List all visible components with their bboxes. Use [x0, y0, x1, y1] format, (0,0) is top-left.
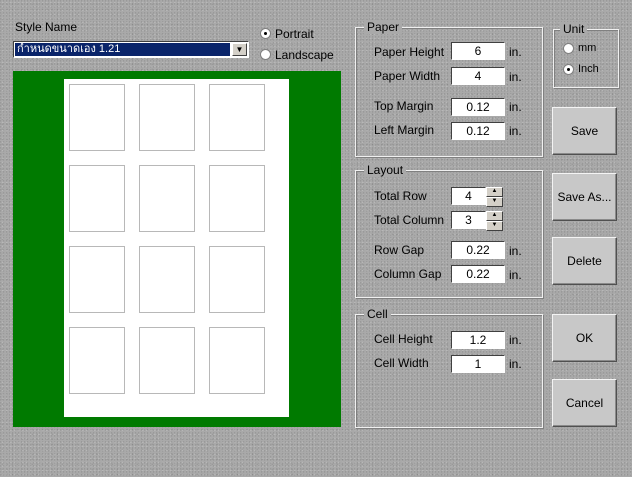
cell-height-label: Cell Height [374, 332, 433, 346]
cell-width-field[interactable]: 1 [451, 355, 505, 373]
unit-mm-label: mm [578, 42, 597, 54]
unit-mm-radio[interactable] [563, 43, 574, 54]
column-gap-field[interactable]: 0.22 [451, 265, 505, 283]
cell-width-unit: in. [509, 357, 522, 371]
cell-preview [139, 165, 195, 232]
cell-preview [209, 327, 265, 394]
style-name-label: Style Name [15, 20, 78, 34]
unit-group-title: Unit [560, 22, 588, 36]
paper-height-field[interactable]: 6 [451, 42, 505, 60]
row-gap-label: Row Gap [374, 243, 425, 257]
delete-button[interactable]: Delete [552, 237, 617, 285]
save-button[interactable]: Save [552, 107, 617, 155]
left-margin-label: Left Margin [374, 123, 435, 137]
cell-height-unit: in. [509, 333, 522, 347]
spin-up-icon[interactable]: ▲ [486, 211, 503, 221]
cancel-button[interactable]: Cancel [552, 379, 617, 427]
portrait-radio[interactable] [260, 28, 271, 39]
layout-group-title: Layout [364, 163, 407, 177]
total-column-field[interactable]: 3 [451, 211, 486, 229]
top-margin-field[interactable]: 0.12 [451, 98, 505, 116]
total-row-label: Total Row [374, 189, 427, 203]
landscape-radio[interactable] [260, 49, 271, 60]
spin-down-icon[interactable]: ▼ [486, 197, 503, 207]
cell-preview [69, 246, 125, 313]
unit-inch-label: Inch [578, 63, 599, 75]
left-margin-unit: in. [509, 124, 522, 138]
landscape-label: Landscape [275, 48, 334, 62]
row-gap-unit: in. [509, 244, 522, 258]
cell-preview [209, 84, 265, 151]
paper-preview [64, 79, 289, 417]
layout-preview [13, 71, 341, 427]
spin-up-icon[interactable]: ▲ [486, 187, 503, 197]
portrait-label: Portrait [275, 27, 314, 41]
cell-preview [139, 84, 195, 151]
paper-height-unit: in. [509, 45, 522, 59]
cell-preview [139, 246, 195, 313]
style-name-value: กำหนดขนาดเอง 1.21 [15, 43, 230, 56]
chevron-down-icon[interactable]: ▼ [232, 43, 247, 56]
paper-height-label: Paper Height [374, 45, 445, 59]
cell-preview [69, 165, 125, 232]
left-margin-field[interactable]: 0.12 [451, 122, 505, 140]
cell-preview [69, 84, 125, 151]
unit-inch-radio[interactable] [563, 64, 574, 75]
top-margin-label: Top Margin [374, 99, 434, 113]
spin-down-icon[interactable]: ▼ [486, 221, 503, 231]
cell-preview [69, 327, 125, 394]
paper-width-label: Paper Width [374, 69, 441, 83]
cell-height-field[interactable]: 1.2 [451, 331, 505, 349]
unit-group: Unit [553, 22, 619, 88]
row-gap-field[interactable]: 0.22 [451, 241, 505, 259]
paper-group-title: Paper [364, 20, 403, 34]
paper-width-unit: in. [509, 70, 522, 84]
cell-preview [139, 327, 195, 394]
cell-preview [209, 165, 265, 232]
cell-preview [209, 246, 265, 313]
cell-width-label: Cell Width [374, 356, 429, 370]
column-gap-label: Column Gap [374, 267, 442, 281]
total-column-label: Total Column [374, 213, 445, 227]
ok-button[interactable]: OK [552, 314, 617, 362]
total-row-field[interactable]: 4 [451, 187, 486, 205]
total-column-spinner[interactable]: ▲ ▼ [486, 211, 503, 231]
cell-group-title: Cell [364, 307, 391, 321]
style-name-dropdown[interactable]: กำหนดขนาดเอง 1.21 ▼ [13, 41, 249, 58]
column-gap-unit: in. [509, 268, 522, 282]
top-margin-unit: in. [509, 100, 522, 114]
total-row-spinner[interactable]: ▲ ▼ [486, 187, 503, 207]
save-as-button[interactable]: Save As... [552, 173, 617, 221]
paper-width-field[interactable]: 4 [451, 67, 505, 85]
